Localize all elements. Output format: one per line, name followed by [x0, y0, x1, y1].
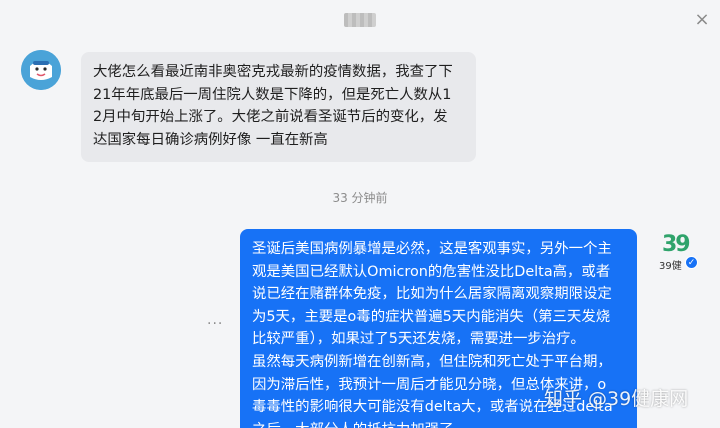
- verified-badge-icon: ✓: [685, 256, 698, 269]
- sender-avatar[interactable]: [21, 50, 61, 90]
- more-options-icon[interactable]: ···: [207, 317, 225, 331]
- chat-header: ×: [0, 0, 720, 36]
- cartoon-avatar-icon: [21, 50, 61, 90]
- avatar-logo-number: 39: [662, 232, 691, 257]
- blurred-contact-name: [344, 13, 376, 27]
- message-timestamp: 33 分钟前: [332, 191, 388, 205]
- watermark-text: 知乎 @39健康网: [544, 388, 689, 410]
- close-icon[interactable]: ×: [692, 10, 712, 30]
- incoming-message-bubble: 大佬怎么看最近南非奥密克戎最新的疫情数据，我查了下 21年年底最后一周住院人数是…: [81, 52, 476, 162]
- avatar-logo-label: 39健: [659, 261, 682, 272]
